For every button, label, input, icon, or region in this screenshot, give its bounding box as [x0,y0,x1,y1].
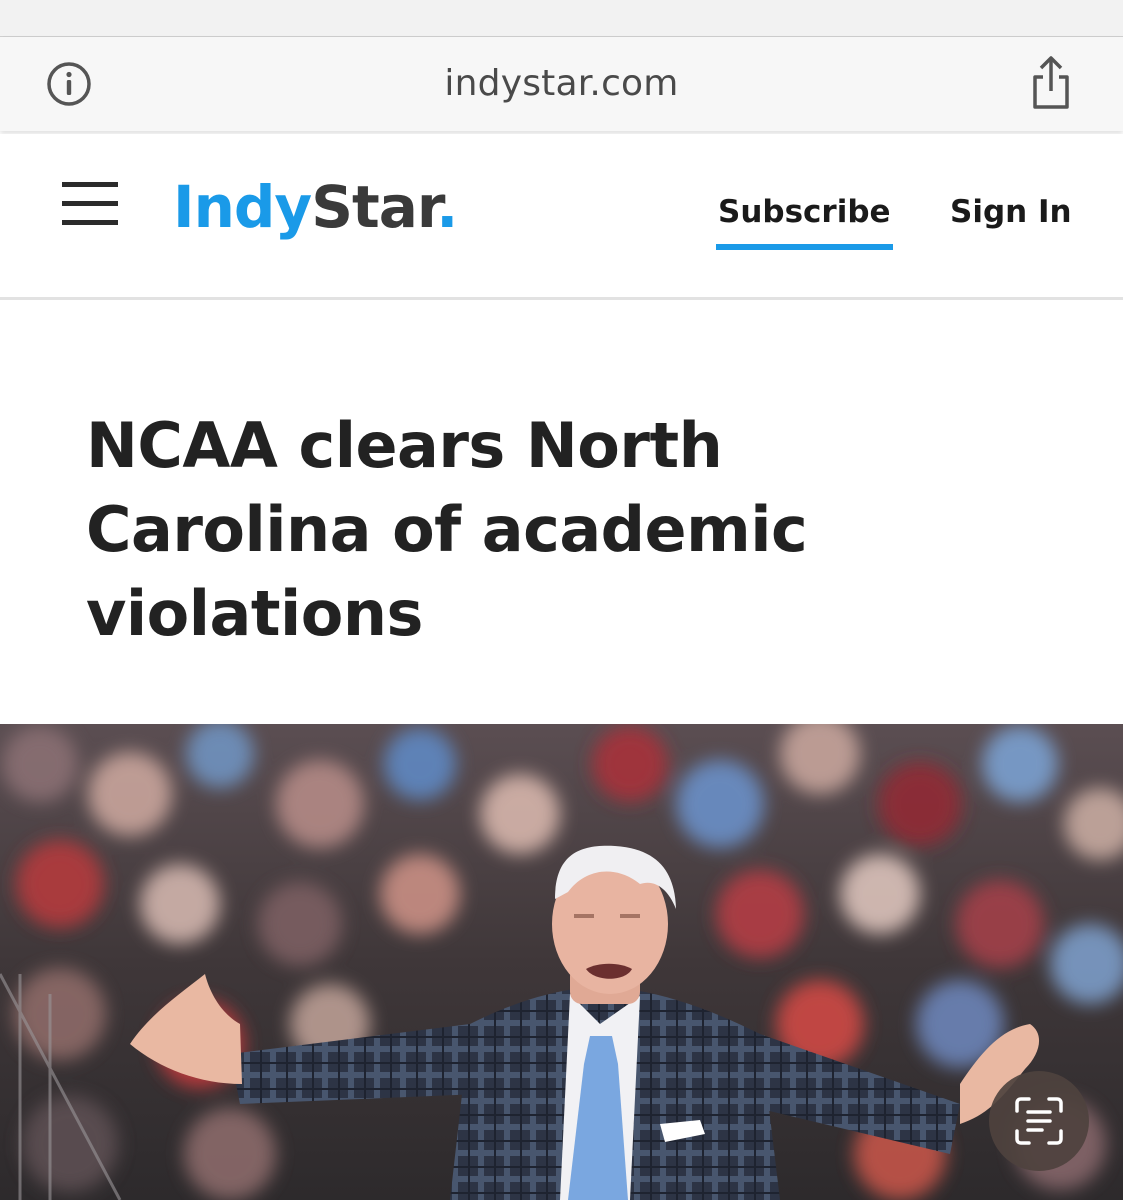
browser-url-bar[interactable]: indystar.com [0,37,1123,131]
logo-dot: . [436,173,458,241]
coach-photo [0,724,1123,1200]
logo-indy: Indy [173,173,312,241]
live-text-scan-button[interactable] [989,1071,1089,1171]
share-icon[interactable] [1028,53,1074,113]
subscribe-link[interactable]: Subscribe [716,190,893,250]
browser-top-strip [0,0,1123,37]
site-header: IndyStar. Subscribe Sign In [0,134,1123,300]
sign-in-link[interactable]: Sign In [950,190,1072,234]
url-text[interactable]: indystar.com [0,63,1123,104]
article-hero-image[interactable] [0,724,1123,1200]
indystar-logo[interactable]: IndyStar. [173,172,458,242]
hamburger-menu-icon[interactable] [62,182,118,226]
logo-star: Star [311,173,437,241]
article-headline: NCAA clears North Carolina of academic v… [86,409,808,650]
live-text-scan-icon [1015,1097,1063,1145]
